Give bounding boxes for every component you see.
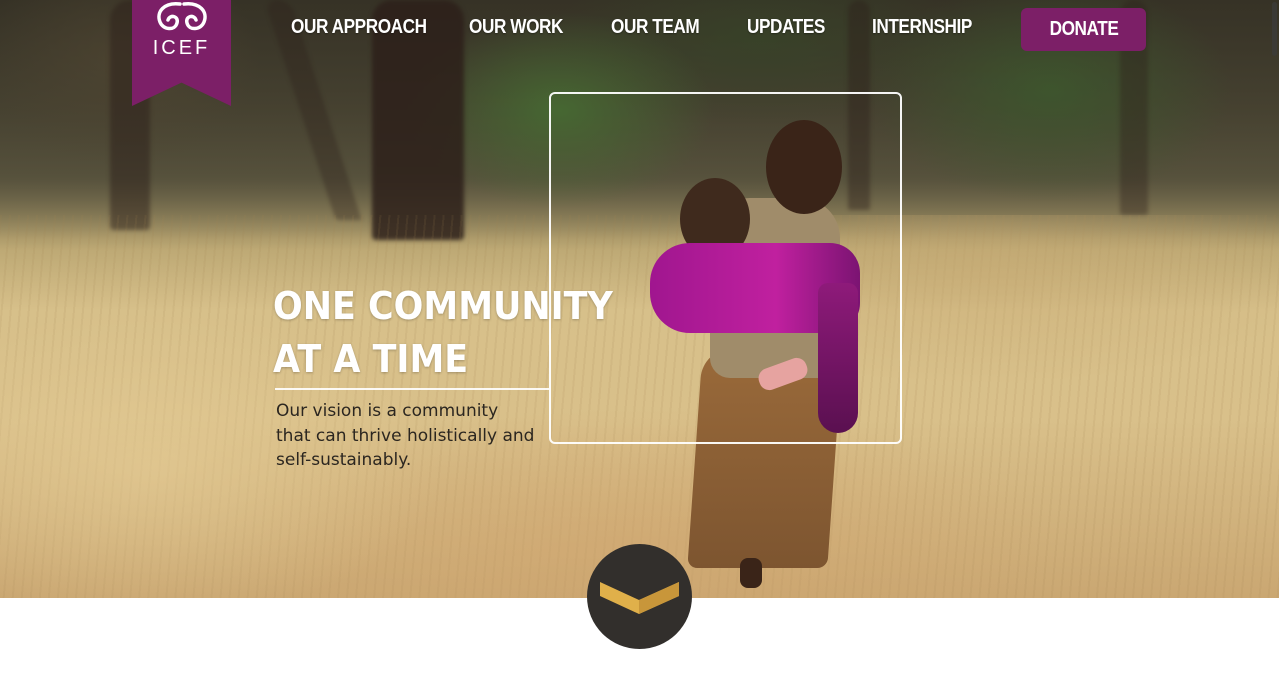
hero-headline-line1: ONE COMMUNITY: [273, 284, 613, 328]
scrollbar-thumb[interactable]: [1272, 2, 1277, 56]
hero-tagline: Our vision is a community that can thriv…: [276, 401, 535, 470]
ornament-icon[interactable]: [150, 0, 214, 36]
headline-divider: [275, 388, 549, 390]
page: ICEF OUR APPROACH OUR WORK OUR TEAM UPDA…: [0, 0, 1279, 676]
scroll-down-button[interactable]: [587, 544, 692, 649]
hero-frame: [549, 92, 902, 444]
nav-item-internship[interactable]: INTERNSHIP: [872, 12, 972, 42]
nav-item-our-team[interactable]: OUR TEAM: [611, 12, 700, 42]
nav-item-our-approach[interactable]: OUR APPROACH: [291, 12, 427, 42]
nav-item-updates[interactable]: UPDATES: [747, 12, 825, 42]
donate-button-label: DONATE: [1049, 18, 1118, 40]
page-scrollbar[interactable]: [1270, 0, 1279, 676]
logo-text: ICEF: [152, 37, 211, 59]
hero-headline-line2: AT A TIME: [273, 337, 469, 381]
hero-headline: ONE COMMUNITY AT A TIME: [273, 280, 653, 386]
nav-item-our-work[interactable]: OUR WORK: [469, 12, 563, 42]
chevron-down-icon: [600, 582, 679, 614]
donate-button[interactable]: DONATE: [1021, 8, 1146, 51]
